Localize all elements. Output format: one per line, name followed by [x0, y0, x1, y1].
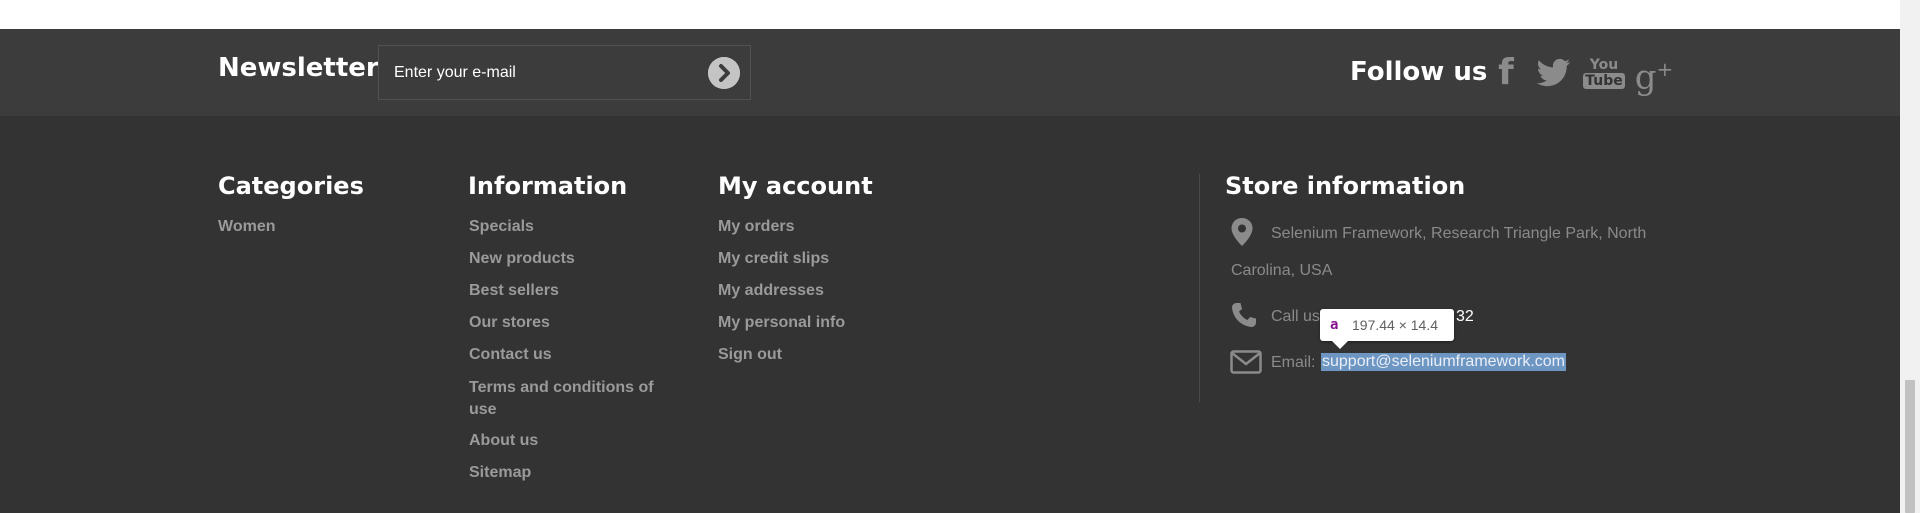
store-phone-label: Call us: [1271, 308, 1320, 325]
store-phone-number-tail: 32: [1456, 308, 1474, 325]
store-address-line1: Selenium Framework, Research Triangle Pa…: [1271, 225, 1647, 242]
information-link-our-stores[interactable]: Our stores: [469, 314, 550, 332]
account-link-credit-slips[interactable]: My credit slips: [718, 250, 829, 268]
information-link-new-products[interactable]: New products: [469, 250, 575, 268]
inspector-tooltip: a 197.44 × 14.4: [1320, 309, 1454, 349]
information-link-terms[interactable]: Terms and conditions of use: [469, 377, 669, 421]
store-information-title: Store information: [1225, 172, 1466, 200]
tooltip-arrow: [1332, 341, 1348, 349]
account-link-addresses[interactable]: My addresses: [718, 282, 824, 300]
category-link-women[interactable]: Women: [218, 218, 275, 236]
phone-icon: [1232, 303, 1256, 327]
account-link-sign-out[interactable]: Sign out: [718, 346, 782, 364]
vertical-scrollbar[interactable]: [1900, 0, 1920, 513]
account-link-personal-info[interactable]: My personal info: [718, 314, 845, 332]
facebook-icon: f: [1498, 52, 1514, 93]
newsletter-email-input[interactable]: [394, 56, 694, 89]
newsletter-title: Newsletter: [218, 53, 379, 83]
store-address-line2: Carolina, USA: [1231, 262, 1333, 279]
twitter-icon: [1537, 58, 1570, 87]
youtube-icon: You Tube: [1583, 56, 1625, 89]
my-account-title: My account: [718, 172, 873, 200]
scrollbar-thumb[interactable]: [1905, 380, 1915, 513]
tooltip-dimensions: 197.44 × 14.4: [1352, 317, 1439, 333]
map-marker-icon: [1231, 218, 1253, 246]
envelope-icon: [1230, 350, 1262, 374]
facebook-link[interactable]: f: [1486, 52, 1526, 94]
store-divider: [1199, 174, 1200, 402]
store-email-label: Email:: [1271, 354, 1316, 371]
information-title: Information: [468, 172, 628, 200]
information-link-contact-us[interactable]: Contact us: [469, 346, 552, 364]
account-link-my-orders[interactable]: My orders: [718, 218, 794, 236]
youtube-link[interactable]: You Tube: [1583, 52, 1625, 94]
information-link-specials[interactable]: Specials: [469, 218, 534, 236]
twitter-link[interactable]: [1534, 52, 1574, 94]
store-email-link[interactable]: support@seleniumframework.com: [1321, 353, 1566, 371]
information-link-sitemap[interactable]: Sitemap: [469, 464, 531, 482]
categories-title: Categories: [218, 172, 364, 200]
newsletter-submit-button[interactable]: [708, 57, 740, 89]
newsletter-form: [378, 45, 751, 100]
page-top-area: [0, 0, 1900, 29]
information-link-about-us[interactable]: About us: [469, 432, 538, 450]
tooltip-tag-name: a: [1330, 317, 1339, 333]
chevron-right-circle-icon: [708, 57, 740, 89]
google-plus-link[interactable]: g+: [1634, 52, 1674, 94]
google-plus-icon: g+: [1634, 56, 1674, 98]
information-link-best-sellers[interactable]: Best sellers: [469, 282, 559, 300]
follow-us-title: Follow us: [1350, 57, 1488, 87]
